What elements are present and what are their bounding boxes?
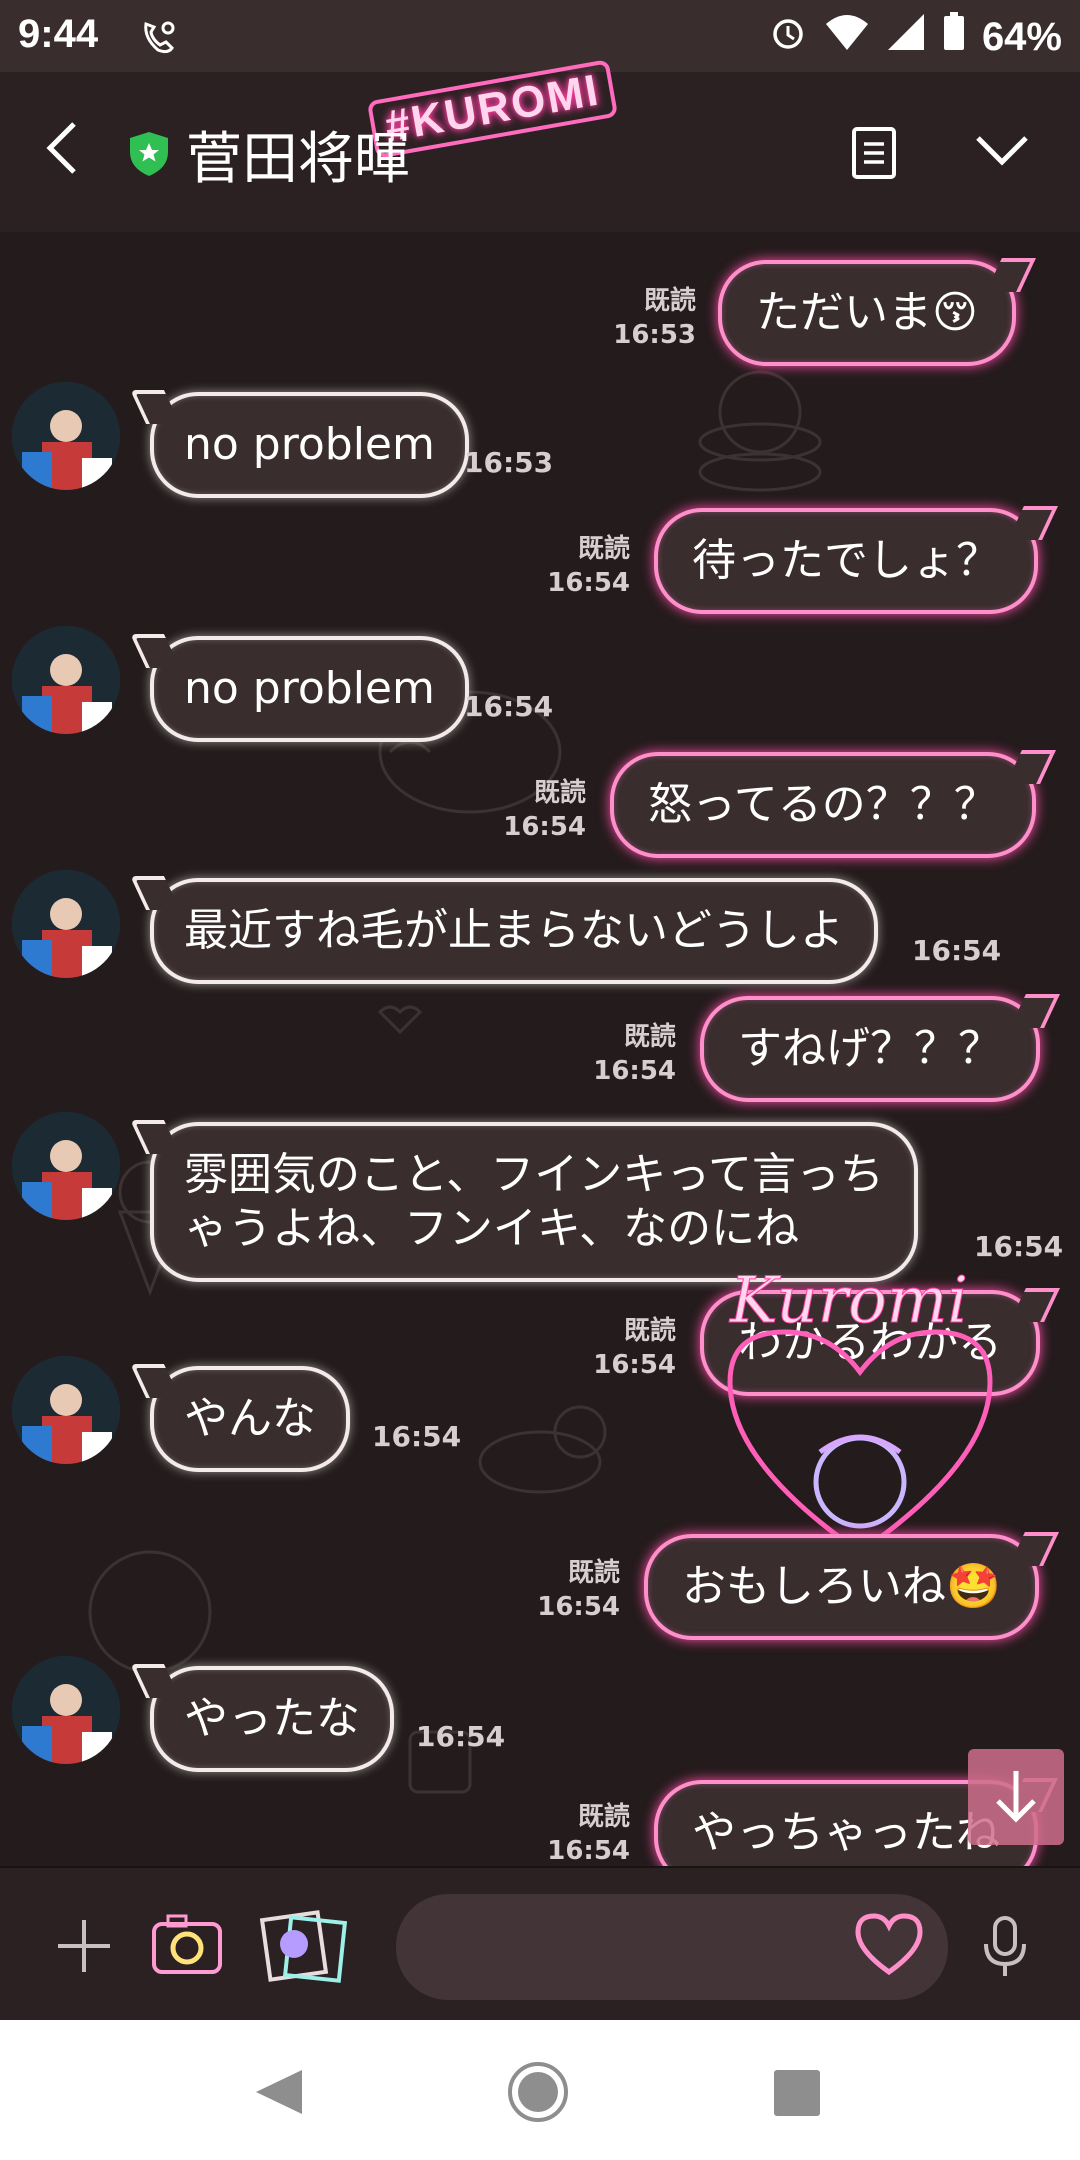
message-bubble-outgoing[interactable]: ただいま😚 (718, 258, 1036, 366)
read-status: 既読 (577, 1802, 630, 1832)
message-text: やったな (184, 1693, 360, 1744)
status-icons: 64% (768, 12, 1062, 62)
message-time: 16:54 (416, 1720, 506, 1753)
battery-percent: 64% (981, 14, 1062, 59)
battery-icon (942, 12, 966, 62)
message-text: やんな (184, 1393, 316, 1444)
read-status: 既読 (577, 534, 630, 564)
message-bubble-outgoing[interactable]: 怒ってるの？？？ (610, 750, 1056, 858)
message-text: no problem (184, 419, 435, 470)
call-icon (138, 18, 178, 63)
message-bubble-incoming[interactable]: no problem (130, 390, 469, 498)
read-status: 既読 (623, 1316, 676, 1346)
plus-icon[interactable] (54, 1916, 114, 1976)
message-time: 16:53 (464, 446, 554, 479)
sticker-text: Kuromi (729, 1272, 968, 1338)
message-bubble-incoming[interactable]: 雰囲気のこと、フインキって言っち ゃうよね、フンイキ、なのにね (130, 1120, 919, 1282)
status-bar: 9:44 64% (0, 0, 1080, 72)
message-time: 16:54 (537, 1592, 620, 1622)
camera-icon[interactable] (150, 1910, 224, 1980)
message-text: 最近すね毛が止まらないどうしよ (184, 905, 844, 956)
gallery-icon[interactable] (258, 1908, 348, 1984)
system-nav-bar (0, 2020, 1080, 2160)
contact-name[interactable]: 菅田将暉 (186, 114, 410, 195)
signal-icon (886, 12, 926, 62)
message-bubble-incoming[interactable]: やんな (130, 1364, 350, 1472)
message-text: 待ったでしょ？ (692, 535, 1000, 586)
nav-home-icon[interactable] (506, 2060, 570, 2124)
avatar[interactable] (12, 626, 120, 734)
avatar[interactable] (12, 382, 120, 490)
message-meta: 既読 16:54 (534, 1800, 630, 1866)
message-meta: 既読 16:54 (580, 1314, 676, 1382)
message-time: 16:54 (593, 1056, 676, 1086)
message-text-line: ゃうよね、フンイキ、なのにね (184, 1203, 800, 1254)
message-bubble-outgoing[interactable]: すねげ？？？ (700, 994, 1060, 1102)
message-text: やっちゃったね (692, 1807, 1000, 1858)
message-text-line: 雰囲気のこと、フインキって言っち (184, 1149, 885, 1200)
message-time: 16:54 (974, 1230, 1064, 1263)
message-text: no problem (184, 663, 435, 714)
chat-header: #KUROMI 菅田将暉 (0, 59, 1080, 232)
input-bar (0, 1866, 1080, 2022)
message-bubble-outgoing[interactable]: 待ったでしょ？ (654, 506, 1058, 614)
message-meta: 既読 16:54 (580, 1020, 676, 1088)
message-meta: 既読 16:53 (600, 284, 696, 352)
message-time: 16:54 (547, 1836, 630, 1866)
mic-icon[interactable] (980, 1914, 1030, 1980)
message-meta: 既読 16:54 (524, 1556, 620, 1624)
status-time: 9:44 (18, 12, 99, 56)
message-bubble-outgoing[interactable]: おもしろいね🤩 (644, 1532, 1059, 1640)
message-time: 16:53 (613, 320, 696, 350)
avatar[interactable] (12, 870, 120, 978)
read-status: 既読 (567, 1558, 620, 1588)
nav-recents-icon[interactable] (774, 2070, 820, 2116)
message-bubble-incoming[interactable]: やったな (130, 1664, 394, 1772)
message-text: おもしろいね🤩 (682, 1561, 1001, 1612)
notes-icon[interactable] (850, 126, 898, 180)
avatar[interactable] (12, 1656, 120, 1764)
back-icon[interactable] (40, 118, 90, 178)
read-status: 既読 (533, 778, 586, 808)
wifi-icon (824, 12, 870, 62)
kuromi-sticker[interactable]: Kuromi (690, 1272, 1030, 1572)
message-bubble-incoming[interactable]: no problem (130, 634, 469, 742)
message-time: 16:54 (547, 568, 630, 598)
message-time: 16:54 (372, 1420, 462, 1453)
message-time: 16:54 (464, 690, 554, 723)
message-meta: 既読 16:54 (534, 532, 630, 600)
message-time: 16:54 (912, 934, 1002, 967)
message-bubble-incoming[interactable]: 最近すね毛が止まらないどうしよ (130, 876, 878, 984)
avatar[interactable] (12, 1356, 120, 1464)
message-text: 怒ってるの？？？ (648, 779, 998, 830)
scroll-to-bottom-button[interactable] (968, 1749, 1064, 1845)
chevron-down-icon[interactable] (974, 130, 1030, 170)
scroll-down-icon (996, 1771, 1036, 1823)
message-time: 16:54 (593, 1350, 676, 1380)
read-status: 既読 (643, 286, 696, 316)
message-text: すねげ？？？ (738, 1023, 1002, 1074)
message-time: 16:54 (503, 812, 586, 842)
avatar[interactable] (12, 1112, 120, 1220)
message-meta: 既読 16:54 (490, 776, 586, 844)
chat-area[interactable]: 既読 16:53 ただいま😚 no problem 16:53 既読 16:54… (0, 232, 1080, 1866)
heart-icon[interactable] (854, 1912, 924, 1978)
shield-icon (130, 132, 168, 176)
message-text: ただいま😚 (756, 287, 978, 338)
nav-back-icon[interactable] (250, 2066, 306, 2118)
alarm-icon (768, 12, 808, 62)
read-status: 既読 (623, 1022, 676, 1052)
